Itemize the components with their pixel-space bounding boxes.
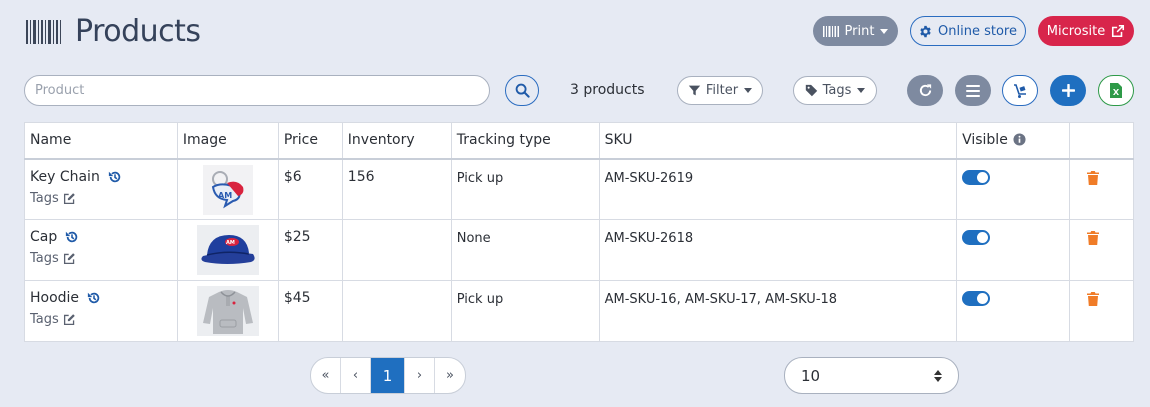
chevron-down-icon: [857, 88, 866, 93]
print-button[interactable]: Print: [813, 16, 898, 46]
trash-icon[interactable]: [1086, 231, 1099, 245]
product-sku: AM-SKU-2618: [598, 219, 958, 281]
plus-icon: [1061, 84, 1075, 97]
tags-link[interactable]: Tags: [30, 251, 59, 266]
select-arrows-icon: [934, 370, 942, 382]
page-next-button[interactable]: ›: [405, 358, 435, 393]
search-button[interactable]: [505, 75, 539, 106]
product-price: $45: [277, 280, 343, 342]
product-tracking: Pick up: [450, 158, 600, 220]
svg-text:AM: AM: [218, 191, 232, 200]
history-icon[interactable]: [108, 170, 122, 184]
column-header-sku[interactable]: SKU: [598, 122, 958, 159]
tags-label: Tags: [822, 83, 852, 98]
barcode-icon: [26, 19, 63, 44]
keychain-image[interactable]: AM: [202, 164, 253, 215]
product-sku: AM-SKU-16, AM-SKU-17, AM-SKU-18: [598, 280, 958, 342]
product-name[interactable]: Key Chain: [30, 169, 100, 185]
page-title: Products: [75, 14, 201, 49]
column-header-visible: Visible: [956, 122, 1070, 159]
product-search-input[interactable]: [24, 75, 490, 106]
column-header-image: Image: [176, 122, 279, 159]
tags-link[interactable]: Tags: [30, 191, 59, 206]
per-page-value: 10: [801, 366, 821, 385]
table-row: Cap Tags AM $25 None AM-SKU-2618: [24, 219, 1135, 281]
microsite-label: Microsite: [1046, 23, 1106, 39]
info-icon[interactable]: [1013, 133, 1026, 146]
product-price: $6: [277, 158, 343, 220]
products-table: Name Image Price Inventory Tracking type…: [24, 122, 1135, 342]
edit-icon[interactable]: [63, 252, 76, 265]
add-product-button[interactable]: [1050, 75, 1086, 106]
filter-dropdown[interactable]: Filter: [677, 76, 763, 105]
page-prev-button[interactable]: ‹: [341, 358, 371, 393]
refresh-button[interactable]: [907, 75, 943, 106]
tags-link[interactable]: Tags: [30, 312, 59, 327]
hoodie-image[interactable]: [196, 286, 259, 336]
product-name[interactable]: Hoodie: [30, 290, 79, 306]
table-header-row: Name Image Price Inventory Tracking type…: [24, 122, 1135, 159]
cap-image[interactable]: AM: [196, 225, 259, 275]
list-icon: [966, 84, 980, 97]
column-header-tracking[interactable]: Tracking type: [450, 122, 600, 159]
search-icon: [515, 83, 530, 98]
refresh-icon: [919, 84, 931, 97]
per-page-select[interactable]: 10: [784, 357, 959, 394]
barcode-small-icon: [822, 25, 839, 37]
page-current-button[interactable]: 1: [371, 358, 405, 393]
product-tracking: Pick up: [450, 280, 600, 342]
product-image-cell: [176, 280, 279, 342]
tags-dropdown[interactable]: Tags: [793, 76, 877, 105]
product-inventory: [341, 280, 452, 342]
page-last-button[interactable]: »: [435, 358, 465, 393]
product-inventory: 156: [341, 158, 452, 220]
visible-toggle[interactable]: [962, 230, 991, 245]
print-label: Print: [844, 23, 875, 39]
microsite-button[interactable]: Microsite: [1038, 16, 1134, 46]
excel-icon: [1110, 83, 1122, 98]
history-icon[interactable]: [87, 291, 101, 305]
tag-icon: [805, 84, 817, 97]
visible-toggle[interactable]: [962, 291, 991, 306]
product-sku: AM-SKU-2619: [598, 158, 958, 220]
svg-text:AM: AM: [226, 240, 235, 246]
product-inventory: [341, 219, 452, 281]
chevron-down-icon: [744, 88, 753, 93]
visible-toggle[interactable]: [962, 169, 991, 185]
trash-icon[interactable]: [1086, 170, 1099, 185]
trash-icon[interactable]: [1086, 292, 1099, 306]
table-row: Key Chain Tags AM $6 156 Pick up AM-SKU-…: [24, 158, 1135, 220]
table-row: Hoodie Tags $45 Pick up AM-SKU-16, AM-SK…: [24, 280, 1135, 342]
product-price: $25: [277, 219, 343, 281]
edit-icon[interactable]: [63, 313, 76, 326]
column-header-price[interactable]: Price: [277, 122, 343, 159]
product-image-cell: AM: [176, 158, 279, 220]
external-link-icon: [1112, 24, 1125, 38]
filter-label: Filter: [705, 83, 739, 98]
product-tracking: None: [450, 219, 600, 281]
column-header-actions: [1068, 122, 1135, 159]
product-image-cell: AM: [176, 219, 279, 281]
list-view-button[interactable]: [955, 75, 991, 106]
dolly-icon: [1014, 83, 1026, 98]
page-header: Products: [26, 14, 201, 49]
product-count: 3 products: [570, 82, 645, 98]
online-store-label: Online store: [938, 23, 1017, 39]
dolly-button[interactable]: [1002, 75, 1038, 106]
column-header-name[interactable]: Name: [24, 122, 178, 159]
online-store-button[interactable]: Online store: [910, 16, 1026, 46]
column-header-inventory[interactable]: Inventory: [341, 122, 452, 159]
edit-icon[interactable]: [63, 192, 76, 205]
gear-icon: [920, 25, 931, 37]
filter-icon: [688, 85, 701, 96]
chevron-down-icon: [880, 28, 889, 34]
page-first-button[interactable]: «: [311, 358, 341, 393]
product-name[interactable]: Cap: [30, 229, 57, 245]
export-excel-button[interactable]: [1098, 75, 1134, 106]
visible-label: Visible: [962, 132, 1008, 148]
pagination: « ‹ 1 › »: [310, 357, 466, 394]
history-icon[interactable]: [65, 230, 79, 244]
